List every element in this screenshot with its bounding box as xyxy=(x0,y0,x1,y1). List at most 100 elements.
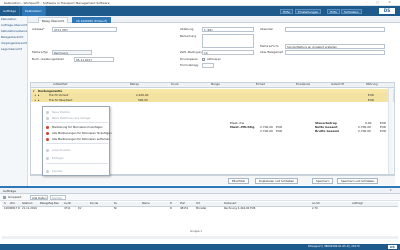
col-s[interactable]: S xyxy=(4,202,6,206)
menu-item-label: Neue Positionen aus Vorlage xyxy=(52,116,91,120)
col-ku[interactable]: Ku xyxy=(114,202,117,206)
collapse-icon[interactable]: ▾ xyxy=(390,189,392,192)
sidebar: Kalkulation Auftrags-Übersicht Kalkulati… xyxy=(0,16,28,186)
cell-date: 21.11.2016 xyxy=(22,207,37,210)
faktura-typ-label: Faktura-Typ xyxy=(32,50,48,54)
action-bar: PR-Artikel Duplizieren und Schließen Spe… xyxy=(30,175,395,185)
table-row[interactable]: + ▸ Fracht Hauptlauf 500,00 EUR xyxy=(31,97,394,103)
close-window-button[interactable]: ✕ xyxy=(385,0,394,6)
cell-type: KV xyxy=(78,207,82,210)
nav-tab-auftraege[interactable]: Aufträge xyxy=(0,6,20,16)
col-aunr[interactable]: Au.Nr xyxy=(64,202,71,206)
row-select-icon[interactable]: ▸ xyxy=(38,98,39,103)
druckspeere-label: Druckspeere xyxy=(180,57,198,61)
save-close-button[interactable]: Speichern und Schließen xyxy=(337,178,379,184)
brutto-gesamt-value: 2.700,00 xyxy=(358,129,371,133)
sidebar-item-belegs-uebersicht[interactable]: Belegsübersicht xyxy=(1,36,27,41)
orders-panel: Aufträge ▾ Gruppiert Alle Daten Suchen S… xyxy=(0,186,400,244)
tab-vk-entwurf[interactable]: VK 1000050 (Entwurf) xyxy=(72,17,111,23)
brutto-gesamt-label: Brutto Gesamt xyxy=(315,129,339,133)
menu-item-label: Alle Markierungen für Stornieren hinzufü… xyxy=(52,131,112,135)
zahl-bedingung-field[interactable]: 10 xyxy=(202,50,254,55)
duplicate-close-button[interactable]: Duplizieren und Schließen xyxy=(255,178,299,184)
druckspeere-checkbox[interactable] xyxy=(202,58,205,61)
druckspeere-value: Aktivieren xyxy=(207,57,222,61)
menu-item-label: Neue Position xyxy=(52,110,71,114)
table-row[interactable]: 10000817 R 21.11.2016 4711 KV Nr D 48151… xyxy=(2,207,398,212)
menu-item-ausschneiden[interactable]: Ausschneiden xyxy=(44,147,110,153)
col-einheit[interactable]: Einheit xyxy=(256,83,265,87)
save-button[interactable]: Speichern xyxy=(312,178,334,184)
orders-horizontal-scrollbar[interactable] xyxy=(2,236,398,239)
tab-beleg-uebersicht[interactable]: Beleg Übersicht xyxy=(38,17,69,23)
orders-panel-title: Aufträge xyxy=(3,188,16,193)
settings-button[interactable]: Einstellungen xyxy=(295,8,322,14)
col-plz[interactable]: PLZ xyxy=(180,202,185,206)
nav-tab-kalkulation[interactable]: Kalkulation xyxy=(22,6,46,16)
col-gutschrift[interactable]: Gutschrift xyxy=(331,83,344,87)
buch-leistungsdatum-label: Buch.-/Leistungsdatum xyxy=(32,57,65,61)
menu-item-loeschen[interactable]: Löschen xyxy=(44,168,110,174)
group-icon[interactable] xyxy=(3,195,6,199)
sidebar-item-lager-uebersicht[interactable]: Lagerübersicht xyxy=(1,48,27,53)
sidebar-item-kalkulation[interactable]: Kalkulation xyxy=(1,18,27,23)
adresse-field[interactable]: 4711 (IfV) xyxy=(52,27,117,32)
col-druck[interactable]: Druck xyxy=(171,83,179,87)
close-app-button[interactable]: Schließen xyxy=(341,8,362,14)
sidebar-item-vorgaenge-uebersicht[interactable]: Vorgängeübersicht xyxy=(1,42,27,47)
template-icon xyxy=(46,116,49,120)
bemerkung-label: Bemerkung xyxy=(180,34,197,38)
col-name[interactable]: Name xyxy=(142,202,150,206)
col-austr[interactable]: Au.Str xyxy=(312,202,320,206)
col-kunde[interactable]: Kunde xyxy=(90,202,98,206)
col-menge[interactable]: Menge xyxy=(211,83,220,87)
formularlegy-field[interactable] xyxy=(202,63,214,68)
col-d[interactable]: D xyxy=(170,202,172,206)
pr-artikel-button[interactable]: PR-Artikel xyxy=(228,178,249,184)
absender-label: Absender xyxy=(260,27,274,31)
document-tabs: Beleg Übersicht VK 1000050 (Entwurf) xyxy=(28,16,400,23)
col-artikel-text[interactable]: Artikel/Text xyxy=(53,83,67,87)
grouped-label: Gruppiert xyxy=(8,195,22,199)
col-auftraegt[interactable]: Aufträgt xyxy=(352,202,363,206)
ds-logo: DS xyxy=(379,8,395,14)
maximize-button[interactable]: □ xyxy=(373,0,382,6)
cancel-mark-icon xyxy=(46,125,49,129)
sidebar-item-kalkulations-uebersicht[interactable]: Kalkulationsübersicht xyxy=(1,30,27,35)
buch-leistungsdatum-field[interactable]: 05.11.2017 xyxy=(74,57,114,62)
totals-panel: Mwst.-frei Mwst.-Pflichtig 2.700,00 EUR … xyxy=(230,122,395,144)
brutto-currency: EUR xyxy=(380,129,386,133)
abw-belegempf-field[interactable] xyxy=(285,50,385,55)
menu-item-neue-positionen-vorlage[interactable]: Neue Positionen aus Vorlage xyxy=(44,115,110,121)
absender-field[interactable] xyxy=(285,27,385,32)
orders-toolbar: Gruppiert Alle Daten Suchen xyxy=(0,194,400,201)
filter-select[interactable]: Alle Daten xyxy=(30,195,48,200)
abteilung-label: Abteilung xyxy=(180,27,194,31)
faktura-typ-field[interactable]: Rechnung xyxy=(52,50,92,55)
main-navigation: Aufträge Kalkulation Hilfe Einstellungen… xyxy=(0,6,400,16)
col-waehrung[interactable]: Währung xyxy=(366,83,378,87)
bemerkung-field[interactable] xyxy=(202,34,254,48)
info-button[interactable]: Hilfe xyxy=(327,8,340,14)
faktura-form-field[interactable]: Sonderfaktura an Angebot erstellen xyxy=(285,44,385,49)
help-button[interactable]: Hilfe xyxy=(280,8,293,14)
menu-item-label: Ausschneiden xyxy=(52,148,71,152)
row-expand-icon[interactable]: + xyxy=(34,98,36,103)
faktura-form-label: Faktura-Form xyxy=(260,44,279,48)
col-beleg[interactable]: Beleg/Zeg.Bez xyxy=(40,202,59,206)
col-betrag[interactable]: Betrag xyxy=(130,83,139,87)
col-sdatum[interactable]: SDatum xyxy=(22,202,32,206)
grid-header: Artikel/Text Betrag Druck Menge Einheit … xyxy=(31,83,394,88)
col-wnr[interactable]: Wnr xyxy=(10,202,15,206)
minimize-button[interactable]: – xyxy=(362,0,371,6)
menu-item-einfuegen[interactable]: Einfügen xyxy=(44,155,110,161)
menu-item-alle-markierungen-entfernen[interactable]: Alle Markierungen für Stornieren entfern… xyxy=(44,136,110,142)
abteilung-field[interactable]: 1 (KR) xyxy=(202,27,254,32)
search-input[interactable]: Suchen xyxy=(50,195,66,200)
sidebar-item-auftrags-uebersicht[interactable]: Auftrags-Übersicht xyxy=(1,24,27,29)
paste-icon xyxy=(46,156,49,160)
col-kostenart[interactable]: Kostenart xyxy=(224,202,236,206)
col-einzelpreis[interactable]: Einzelpreis xyxy=(296,83,310,87)
cell-kostenart: Rechnung 4.444,00 EUR xyxy=(224,207,256,210)
col-ort[interactable]: Ort xyxy=(196,202,200,206)
